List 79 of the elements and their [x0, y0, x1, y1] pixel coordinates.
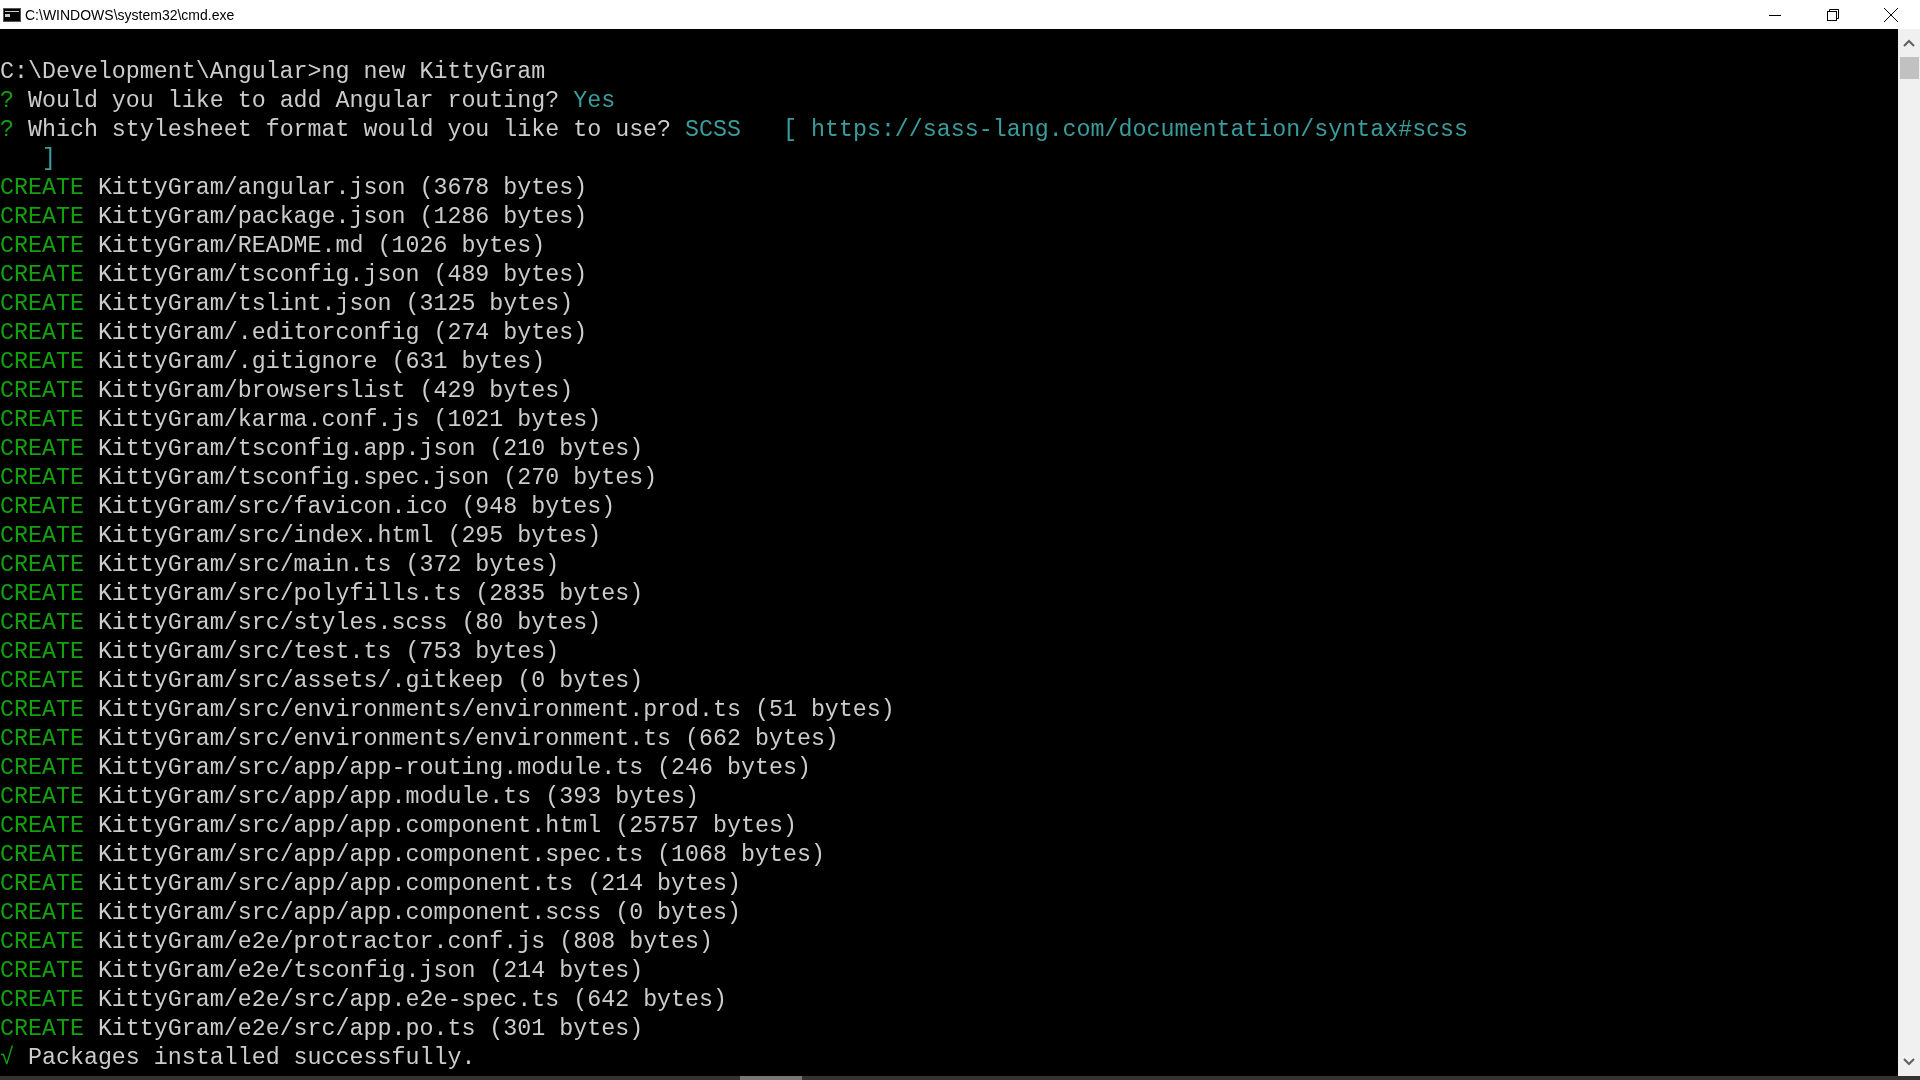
created-file: KittyGram/e2e/tsconfig.json (214 bytes) [97, 957, 644, 986]
created-file: KittyGram/src/app/app.component.html (25757 bytes) [97, 812, 797, 841]
restore-icon[interactable] [1827, 8, 1839, 21]
scroll-up-icon[interactable] [1903, 39, 1915, 47]
created-file: KittyGram/src/app/app.component.scss (0 bytes) [97, 899, 741, 928]
created-file: KittyGram/.gitignore (631 bytes) [97, 348, 546, 377]
create-label: CREATE [0, 522, 84, 551]
created-file: KittyGram/src/styles.scss (80 bytes) [97, 609, 602, 638]
create-label: CREATE [0, 986, 84, 1015]
create-label: CREATE [0, 928, 84, 957]
create-label: CREATE [0, 551, 84, 580]
created-file: KittyGram/src/app/app.module.ts (393 bytes) [97, 783, 700, 812]
prompt-hint: [ https://sass-lang.com/documentation/syntax#scss [783, 116, 1469, 145]
create-label: CREATE [0, 261, 84, 290]
prompt-answer: SCSS [685, 116, 741, 145]
created-file: KittyGram/angular.json (3678 bytes) [97, 174, 588, 203]
create-label: CREATE [0, 899, 84, 928]
create-label: CREATE [0, 667, 84, 696]
create-label: CREATE [0, 319, 84, 348]
create-label: CREATE [0, 1015, 84, 1044]
close-icon[interactable] [1884, 7, 1898, 22]
prompt-question: Which stylesheet format would you like to use? [28, 116, 672, 145]
created-file: KittyGram/browserslist (429 bytes) [97, 377, 574, 406]
horizontal-scrollbar-thumb[interactable] [740, 1076, 802, 1080]
create-label: CREATE [0, 725, 84, 754]
created-file: KittyGram/src/environments/environment.prod.ts (51 bytes) [97, 696, 895, 725]
create-label: CREATE [0, 696, 84, 725]
created-file: KittyGram/src/assets/.gitkeep (0 bytes) [97, 667, 644, 696]
created-file: KittyGram/package.json (1286 bytes) [97, 203, 588, 232]
scrollbar-thumb[interactable] [1899, 57, 1919, 79]
create-label: CREATE [0, 754, 84, 783]
create-label: CREATE [0, 493, 84, 522]
created-file: KittyGram/README.md (1026 bytes) [97, 232, 546, 261]
created-file: KittyGram/src/polyfills.ts (2835 bytes) [97, 580, 644, 609]
created-file: KittyGram/tslint.json (3125 bytes) [97, 290, 574, 319]
prompt-answer: Yes [573, 87, 616, 116]
created-file: KittyGram/src/index.html (295 bytes) [97, 522, 602, 551]
create-label: CREATE [0, 464, 84, 493]
create-label: CREATE [0, 203, 84, 232]
create-label: CREATE [0, 812, 84, 841]
check-mark: √ [0, 1044, 14, 1073]
created-file: KittyGram/src/test.ts (753 bytes) [97, 638, 560, 667]
window-title: C:\WINDOWS\system32\cmd.exe [25, 6, 236, 23]
success-message: Packages installed successfully. [28, 1044, 476, 1073]
create-label: CREATE [0, 406, 84, 435]
prompt-question: Would you like to add Angular routing? [28, 87, 560, 116]
create-label: CREATE [0, 957, 84, 986]
created-file: KittyGram/src/environments/environment.ts (662 bytes) [97, 725, 839, 754]
create-label: CREATE [0, 841, 84, 870]
question-mark: ? [0, 87, 14, 116]
console-app-icon [3, 7, 21, 22]
created-file: KittyGram/tsconfig.app.json (210 bytes) [97, 435, 644, 464]
command-line: C:\Development\Angular>ng new KittyGram [0, 58, 546, 87]
created-file: KittyGram/src/favicon.ico (948 bytes) [97, 493, 616, 522]
question-mark: ? [0, 116, 14, 145]
create-label: CREATE [0, 377, 84, 406]
created-file: KittyGram/e2e/protractor.conf.js (808 bytes) [97, 928, 714, 957]
scroll-down-icon[interactable] [1903, 1058, 1915, 1066]
create-label: CREATE [0, 870, 84, 899]
created-file: KittyGram/src/main.ts (372 bytes) [97, 551, 560, 580]
create-label: CREATE [0, 609, 84, 638]
create-label: CREATE [0, 435, 84, 464]
create-label: CREATE [0, 348, 84, 377]
create-label: CREATE [0, 290, 84, 319]
create-label: CREATE [0, 232, 84, 261]
create-label: CREATE [0, 783, 84, 812]
create-label: CREATE [0, 580, 84, 609]
created-file: KittyGram/.editorconfig (274 bytes) [97, 319, 588, 348]
created-file: KittyGram/e2e/src/app.e2e-spec.ts (642 bytes) [97, 986, 727, 1015]
created-file: KittyGram/src/app/app.component.spec.ts (1068 bytes) [97, 841, 825, 870]
created-file: KittyGram/src/app/app-routing.module.ts (246 bytes) [97, 754, 811, 783]
created-file: KittyGram/karma.conf.js (1021 bytes) [97, 406, 602, 435]
create-label: CREATE [0, 174, 84, 203]
prompt-hint-end: ] [42, 145, 56, 174]
created-file: KittyGram/src/app/app.component.ts (214 bytes) [97, 870, 741, 899]
created-file: KittyGram/tsconfig.spec.json (270 bytes) [97, 464, 658, 493]
created-file: KittyGram/tsconfig.json (489 bytes) [97, 261, 588, 290]
create-label: CREATE [0, 638, 84, 667]
created-file: KittyGram/e2e/src/app.po.ts (301 bytes) [97, 1015, 644, 1044]
